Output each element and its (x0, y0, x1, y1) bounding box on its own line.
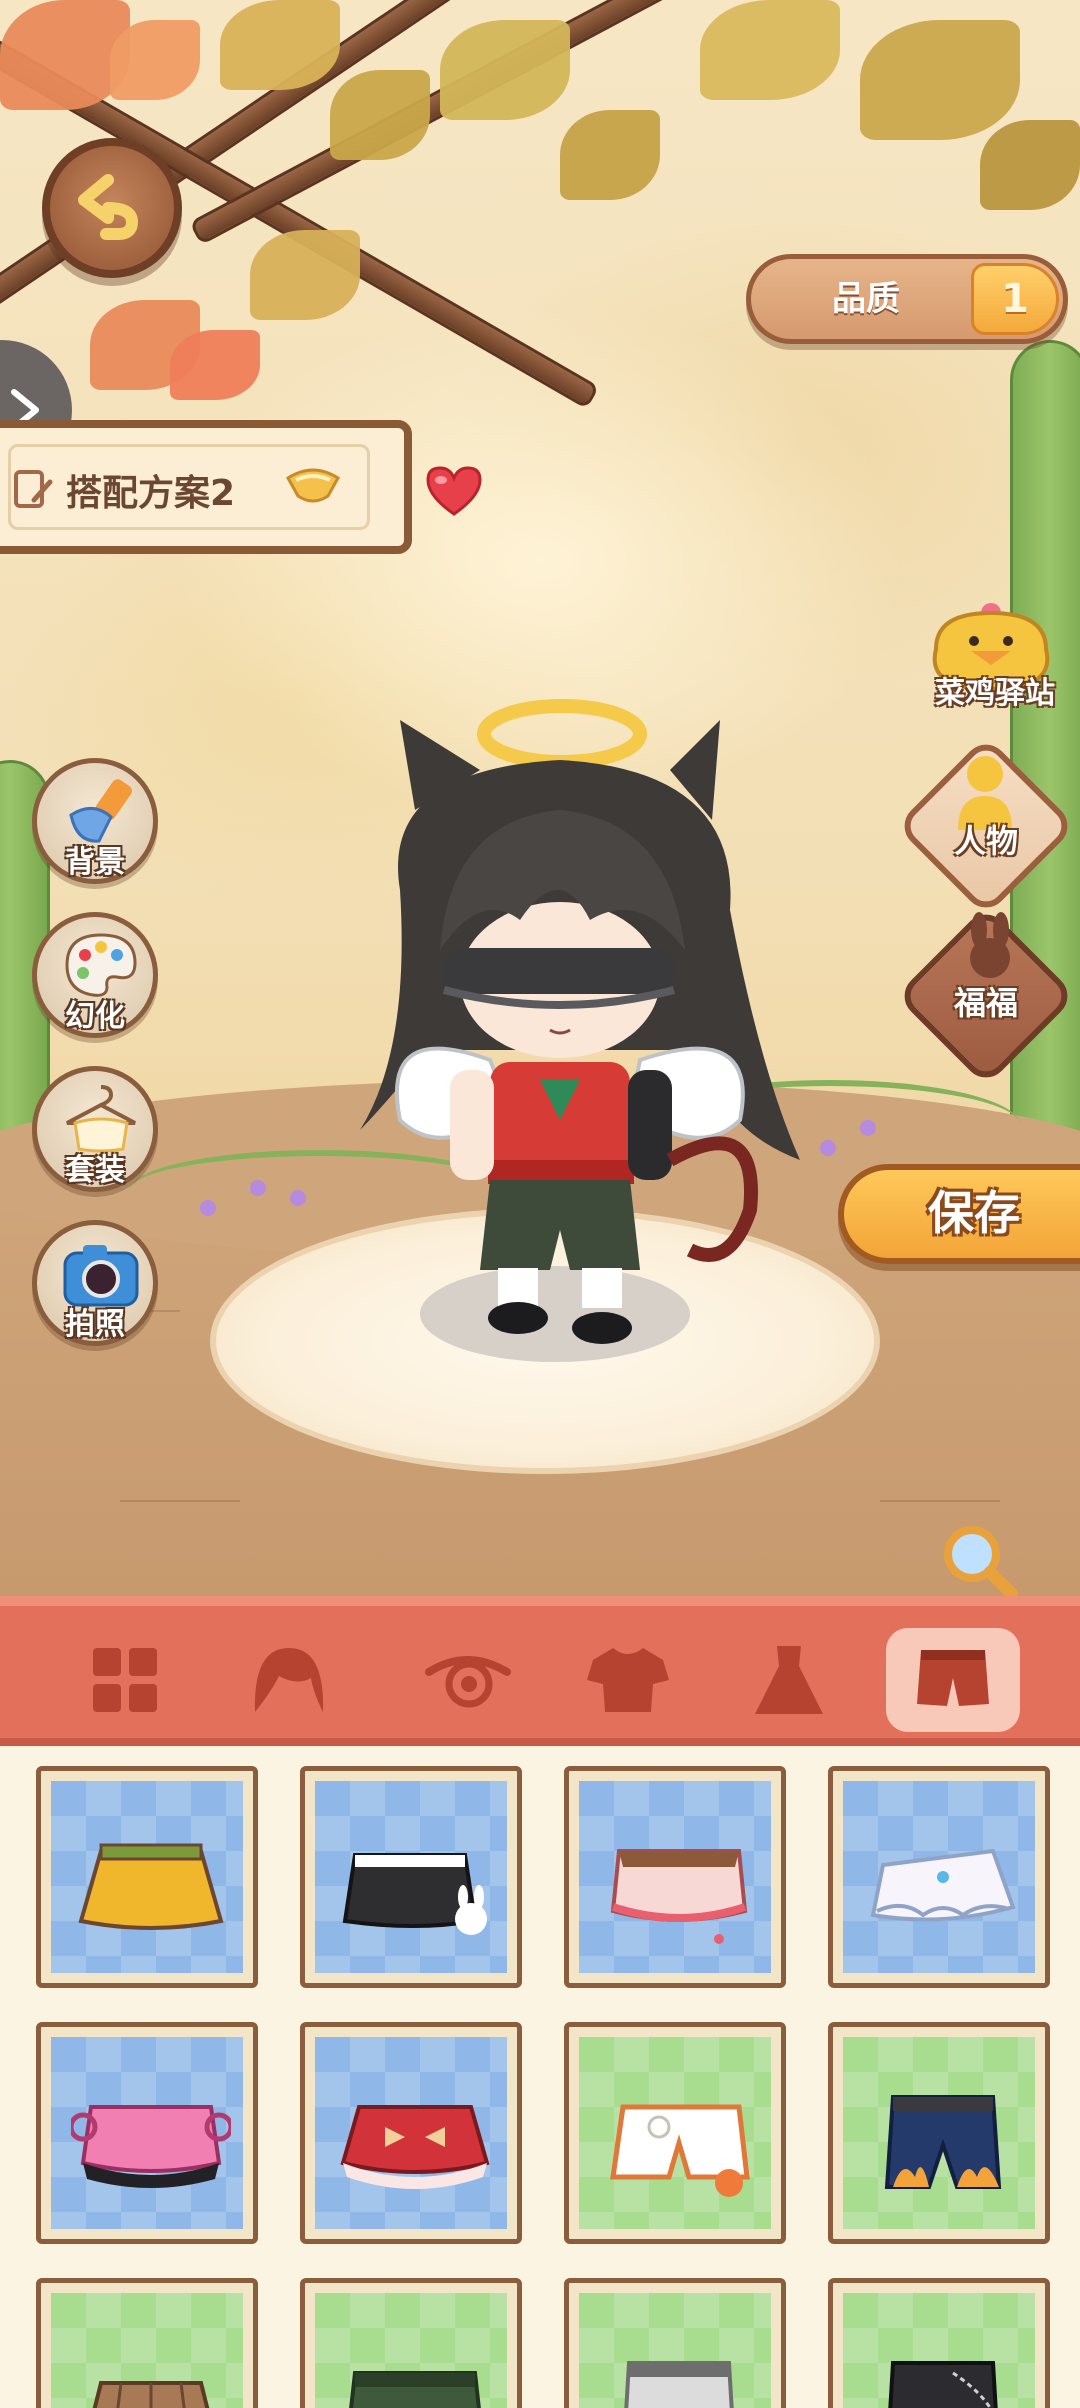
leaf-decoration (220, 0, 340, 90)
black-skirt-bunny-icon (342, 1853, 487, 1935)
item-card[interactable] (300, 1766, 522, 1988)
item-card[interactable] (828, 1766, 1050, 1988)
item-card[interactable] (36, 1766, 258, 1988)
hair-icon (254, 1648, 324, 1712)
grid-all-icon (93, 1648, 157, 1712)
dress-icon (755, 1646, 823, 1714)
outfit-scheme-selector[interactable]: 搭配方案2 (0, 420, 412, 554)
green-cargo-skirt-icon (349, 2371, 481, 2408)
courier-station-label[interactable]: 菜鸡驿站 (920, 668, 1070, 712)
background-tool-label: 背景 (65, 845, 125, 880)
avatar-character[interactable] (340, 690, 820, 1350)
dressup-scene: 品质 1 搭配方案2 菜鸡驿站 人物 福福 保存 背景 幻化 套装 拍照 (0, 0, 1080, 1600)
item-card[interactable] (36, 2022, 258, 2244)
tab-bottoms[interactable] (886, 1628, 1020, 1732)
photo-tool-button[interactable]: 拍照 (32, 1220, 158, 1346)
flower-decoration (250, 1180, 266, 1196)
suit-tool-label: 套装 (65, 1153, 125, 1188)
category-tabs (0, 1596, 1080, 1746)
bunny-icon (970, 912, 1010, 978)
quality-label: 品质 (832, 279, 900, 319)
transform-tool-button[interactable]: 幻化 (32, 912, 158, 1038)
item-card[interactable] (828, 2022, 1050, 2244)
white-ruffle-skirt-icon (870, 1848, 1016, 1922)
red-bow-skirt-icon (340, 2105, 490, 2189)
leaf-decoration (440, 20, 570, 120)
flower-decoration (860, 1120, 876, 1136)
favorite-heart-icon[interactable] (424, 464, 484, 518)
tab-eyes[interactable] (396, 1628, 530, 1732)
leaf-decoration (700, 0, 840, 100)
item-card[interactable] (300, 2022, 522, 2244)
edit-icon (14, 470, 53, 508)
black-chain-pants-icon (888, 2361, 998, 2408)
tab-all-categories[interactable] (58, 1628, 192, 1732)
plaid-skirt-icon (92, 2381, 210, 2408)
flower-decoration (200, 1200, 216, 1216)
grey-cargo-pants-icon (624, 2361, 734, 2408)
pink-ribbon-skirt-icon (71, 2105, 231, 2188)
top-shirt-icon (587, 1648, 669, 1712)
person-tab-label: 人物 (953, 822, 1018, 860)
item-card[interactable] (828, 2278, 1050, 2408)
photo-tool-label: 拍照 (65, 1307, 125, 1342)
gem-icon (286, 468, 340, 503)
item-card[interactable] (36, 2278, 258, 2408)
leaf-decoration (110, 20, 200, 100)
back-arrow-icon (78, 174, 138, 240)
leaf-decoration (250, 230, 360, 320)
save-button[interactable]: 保存 (838, 1164, 1080, 1264)
tab-hair[interactable] (222, 1628, 356, 1732)
white-flower-shorts-icon (610, 2104, 750, 2197)
tab-dresses[interactable] (722, 1628, 856, 1732)
transform-tool-label: 幻化 (65, 999, 125, 1034)
fufu-tab-label: 福福 (953, 984, 1018, 1022)
flower-decoration (290, 1190, 306, 1206)
leaf-decoration (560, 110, 660, 200)
leaf-decoration (860, 20, 1020, 140)
item-grid (0, 1746, 1080, 2408)
outfit-scheme-label: 搭配方案2 (66, 473, 236, 514)
quality-filter[interactable]: 品质 1 (746, 254, 1068, 344)
zoom-magnifier-icon[interactable] (940, 1522, 1020, 1600)
item-card[interactable] (564, 2022, 786, 2244)
quality-level-badge: 1 (971, 263, 1059, 335)
tab-tops[interactable] (556, 1628, 690, 1732)
leaf-decoration (170, 330, 260, 400)
leaf-decoration (330, 70, 430, 160)
item-card[interactable] (564, 1766, 786, 1988)
suit-tool-button[interactable]: 套装 (32, 1066, 158, 1192)
background-tool-button[interactable]: 背景 (32, 758, 158, 884)
flower-decoration (820, 1140, 836, 1156)
leaf-decoration (980, 120, 1080, 210)
back-button[interactable] (42, 138, 182, 278)
shorts-icon (917, 1650, 989, 1706)
flame-denim-shorts-icon (884, 2095, 1002, 2189)
pink-heart-skirt-icon (610, 1849, 748, 1944)
item-card[interactable] (300, 2278, 522, 2408)
eye-icon (425, 1656, 511, 1708)
item-card[interactable] (564, 2278, 786, 2408)
yellow-skirt-icon (78, 1843, 224, 1930)
